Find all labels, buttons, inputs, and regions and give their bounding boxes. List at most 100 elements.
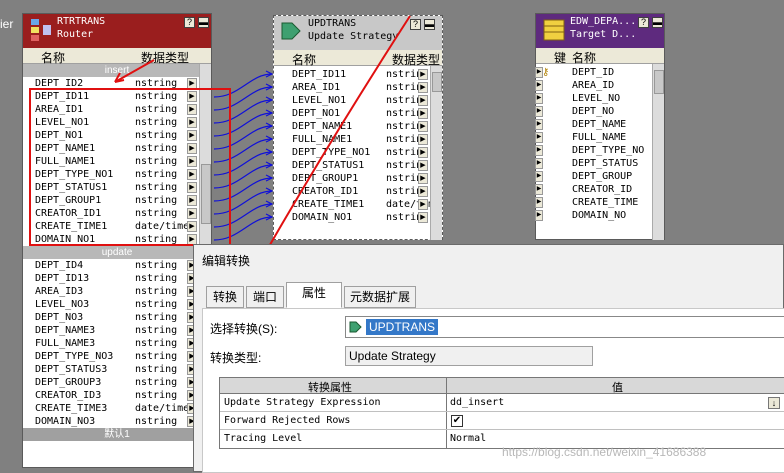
port-arrow-icon[interactable]: ▶: [187, 208, 197, 219]
port-row[interactable]: DEPT_TYPE_NO3 nstring ▶: [23, 350, 211, 363]
port-arrow-icon[interactable]: ▶: [187, 169, 197, 180]
updtrans-scroll-thumb[interactable]: [432, 72, 442, 92]
port-arrow-icon[interactable]: ▶: [418, 199, 428, 210]
port-row[interactable]: AREA_ID1 nstring ▶: [23, 103, 211, 116]
port-row[interactable]: DEPT_NO1 nstring ▶: [23, 129, 211, 142]
updtrans-transformation[interactable]: UPDTRANS Update Strategy ? ▬ 名称 数据类型 DEP…: [273, 15, 443, 240]
port-row[interactable]: LEVEL_NO3 nstring ▶: [23, 298, 211, 311]
expression-editor-button[interactable]: ↓: [768, 397, 780, 409]
port-row[interactable]: CREATOR_ID1 nstring ▶: [274, 185, 442, 198]
target-scroll-thumb[interactable]: [654, 70, 664, 94]
target-scrollbar[interactable]: [652, 64, 664, 240]
port-row[interactable]: DEPT_NAME3 nstring ▶: [23, 324, 211, 337]
target-port-row[interactable]: ▶ DEPT_STATUS: [535, 157, 664, 170]
target-port-row[interactable]: ▶ DEPT_GROUP: [535, 170, 664, 183]
target-in-arrow-icon[interactable]: ▶: [535, 197, 543, 208]
target-port-row[interactable]: ▶ FULL_NAME: [535, 131, 664, 144]
port-arrow-icon[interactable]: ▶: [418, 212, 428, 223]
tab-properties[interactable]: 属性: [286, 282, 342, 308]
port-row[interactable]: DEPT_NAME1 nstring ▶: [23, 142, 211, 155]
target-port-row[interactable]: ▶ DOMAIN_NO: [535, 209, 664, 222]
target-in-arrow-icon[interactable]: ▶: [535, 80, 543, 91]
port-row[interactable]: FULL_NAME1 nstring ▶: [274, 133, 442, 146]
port-row[interactable]: CREATE_TIME1 date/time ▶: [23, 220, 211, 233]
tab-ports[interactable]: 端口: [246, 286, 284, 308]
port-arrow-icon[interactable]: ▶: [187, 130, 197, 141]
port-row[interactable]: FULL_NAME3 nstring ▶: [23, 337, 211, 350]
router-transformation[interactable]: RTRTRANS Router ? ▬ 名称 数据类型 insert DEPT_…: [22, 13, 212, 468]
port-row[interactable]: DEPT_ID4 nstring ▶: [23, 259, 211, 272]
target-help-button[interactable]: ?: [638, 17, 649, 28]
router-help-button[interactable]: ?: [184, 17, 195, 28]
port-row[interactable]: CREATE_TIME1 date/time ▶: [274, 198, 442, 211]
port-arrow-icon[interactable]: ▶: [187, 78, 197, 89]
port-row[interactable]: FULL_NAME1 nstring ▶: [23, 155, 211, 168]
prop-row-update-expression[interactable]: Update Strategy Expression dd_insert ↓: [220, 394, 784, 412]
port-arrow-icon[interactable]: ▶: [418, 134, 428, 145]
port-row[interactable]: CREATOR_ID3 nstring ▶: [23, 389, 211, 402]
target-port-row[interactable]: ▶ DEPT_TYPE_NO: [535, 144, 664, 157]
target-in-arrow-icon[interactable]: ▶: [535, 119, 543, 130]
target-in-arrow-icon[interactable]: ▶: [535, 184, 543, 195]
tab-metadata-extensions[interactable]: 元数据扩展: [344, 286, 416, 308]
port-row[interactable]: DEPT_TYPE_NO1 nstring ▶: [23, 168, 211, 181]
target-port-row[interactable]: ▶ AREA_ID: [535, 79, 664, 92]
router-header[interactable]: RTRTRANS Router ? ▬: [23, 14, 211, 48]
port-row[interactable]: DEPT_STATUS1 nstring ▶: [274, 159, 442, 172]
tab-transform[interactable]: 转换: [206, 286, 244, 308]
port-row[interactable]: DOMAIN_NO3 nstring ▶: [23, 415, 211, 428]
port-row[interactable]: LEVEL_NO1 nstring ▶: [274, 94, 442, 107]
target-in-arrow-icon[interactable]: ▶: [535, 145, 543, 156]
port-row[interactable]: DEPT_ID11 nstring ▶: [274, 68, 442, 81]
port-row[interactable]: DEPT_ID13 nstring ▶: [23, 272, 211, 285]
port-row[interactable]: DEPT_NO1 nstring ▶: [274, 107, 442, 120]
router-minimize-button[interactable]: ▬: [198, 17, 209, 28]
port-row[interactable]: DEPT_GROUP1 nstring ▶: [23, 194, 211, 207]
port-arrow-icon[interactable]: ▶: [418, 147, 428, 158]
port-arrow-icon[interactable]: ▶: [187, 156, 197, 167]
router-scroll-thumb[interactable]: [201, 164, 211, 224]
port-row[interactable]: CREATOR_ID1 nstring ▶: [23, 207, 211, 220]
port-row[interactable]: AREA_ID1 nstring ▶: [274, 81, 442, 94]
target-in-arrow-icon[interactable]: ▶: [535, 93, 543, 104]
port-arrow-icon[interactable]: ▶: [418, 121, 428, 132]
port-row[interactable]: DEPT_NO3 nstring ▶: [23, 311, 211, 324]
target-in-arrow-icon[interactable]: ▶: [535, 106, 543, 117]
port-arrow-icon[interactable]: ▶: [418, 82, 428, 93]
updtrans-scrollbar[interactable]: [430, 66, 442, 240]
port-arrow-icon[interactable]: ▶: [187, 221, 197, 232]
target-in-arrow-icon[interactable]: ▶: [535, 171, 543, 182]
target-header[interactable]: EDW_DEPA... Target D... ? ▬: [536, 14, 664, 48]
port-arrow-icon[interactable]: ▶: [187, 117, 197, 128]
target-minimize-button[interactable]: ▬: [652, 17, 663, 28]
port-row[interactable]: AREA_ID3 nstring ▶: [23, 285, 211, 298]
port-arrow-icon[interactable]: ▶: [418, 69, 428, 80]
target-definition[interactable]: EDW_DEPA... Target D... ? ▬ 键 名称 ⚷ ▶ DEPT_…: [535, 13, 665, 240]
updtrans-minimize-button[interactable]: ▬: [424, 19, 435, 30]
target-in-arrow-icon[interactable]: ▶: [535, 67, 543, 78]
select-transform-combo[interactable]: UPDTRANS: [345, 316, 784, 338]
target-port-row[interactable]: ▶ CREATE_TIME: [535, 196, 664, 209]
target-port-row[interactable]: ▶ CREATOR_ID: [535, 183, 664, 196]
port-arrow-icon[interactable]: ▶: [187, 182, 197, 193]
router-group-default[interactable]: 默认1: [23, 428, 211, 441]
router-group-update[interactable]: update: [23, 246, 211, 259]
prop-value-tracing[interactable]: Normal: [450, 430, 486, 448]
port-arrow-icon[interactable]: ▶: [187, 104, 197, 115]
port-row[interactable]: DEPT_NAME1 nstring ▶: [274, 120, 442, 133]
target-in-arrow-icon[interactable]: ▶: [535, 210, 543, 221]
port-arrow-icon[interactable]: ▶: [187, 143, 197, 154]
edit-transformation-dialog[interactable]: 编辑转换 转换 端口 属性 元数据扩展 选择转换(S): UPDTRANS 转换…: [193, 244, 784, 473]
updtrans-header[interactable]: UPDTRANS Update Strategy ? ▬: [274, 16, 442, 50]
port-arrow-icon[interactable]: ▶: [418, 186, 428, 197]
updtrans-help-button[interactable]: ?: [410, 19, 421, 30]
port-row[interactable]: DEPT_ID11 nstring ▶: [23, 90, 211, 103]
port-row[interactable]: DEPT_GROUP3 nstring ▶: [23, 376, 211, 389]
target-port-row[interactable]: ⚷ ▶ DEPT_ID: [535, 66, 664, 79]
port-row[interactable]: DEPT_ID2 nstring ▶: [23, 77, 211, 90]
target-port-row[interactable]: ▶ LEVEL_NO: [535, 92, 664, 105]
port-row[interactable]: DOMAIN_NO1 nstring ▶: [23, 233, 211, 246]
port-arrow-icon[interactable]: ▶: [418, 160, 428, 171]
port-row[interactable]: DEPT_GROUP1 nstring ▶: [274, 172, 442, 185]
port-row[interactable]: DOMAIN_NO1 nstring ▶: [274, 211, 442, 224]
